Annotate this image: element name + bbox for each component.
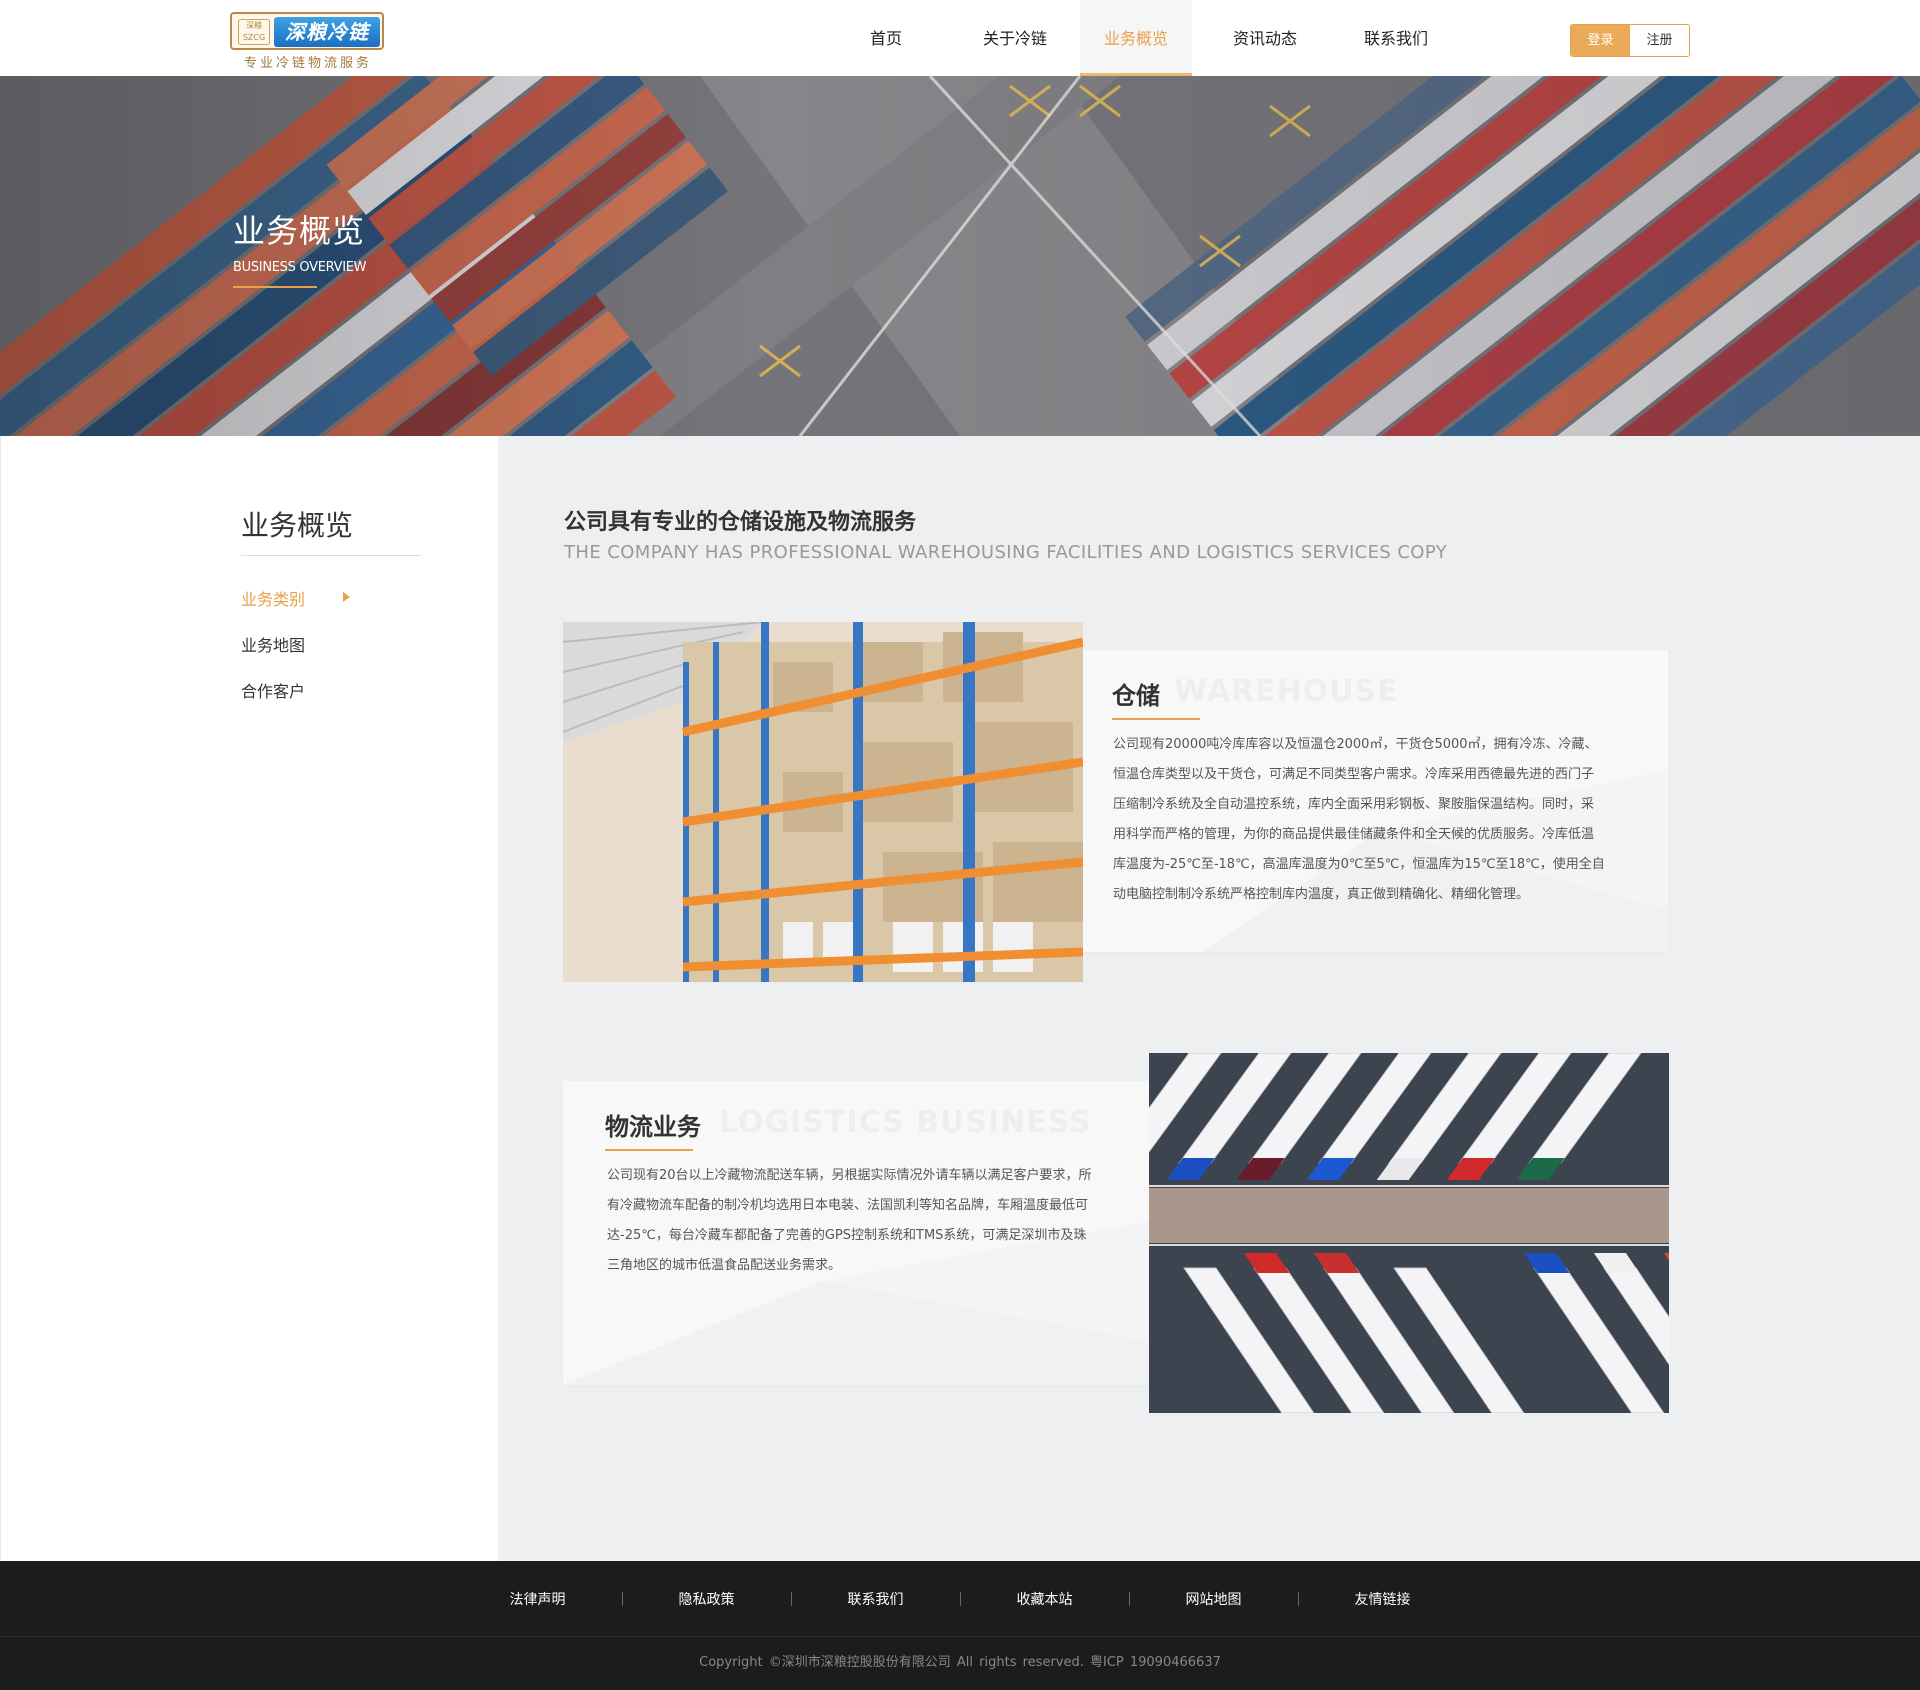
logistics-description: 公司现有20台以上冷藏物流配送车辆，另根据实际情况外请车辆以满足客户要求，所 有… [607,1161,1147,1281]
main-nav: 首页 关于冷链 业务概览 资讯动态 联系我们 [822,0,1454,76]
nav-home[interactable]: 首页 [822,0,950,76]
sidebar-item-business-map[interactable]: 业务地图 [241,632,441,656]
sidebar-item-label: 业务类别 [241,590,306,609]
nav-about-cold-chain[interactable]: 关于冷链 [950,0,1080,76]
warehouse-shelves-image [563,622,1083,982]
sidebar-title: 业务概览 [241,509,354,542]
logistics-heading: 物流业务 [605,1113,701,1141]
logo-tagline: 专业冷链物流服务 [244,56,373,71]
site-footer: 法律声明 隐私政策 联系我们 收藏本站 网站地图 友情链接 Copyright … [0,1561,1920,1690]
banner-title: 业务概览 [233,212,366,250]
text-line: 有冷藏物流车配备的制冷机均选用日本电装、法国凯利等知名品牌，车厢温度最低可 [607,1198,1089,1213]
login-button[interactable]: 登录 [1571,25,1630,56]
text-line: 压缩制冷系统及全自动温控系统，库内全面采用彩钢板、聚胺脂保温结构。同时，采 [1113,797,1595,812]
sidebar-item-label: 业务地图 [241,636,306,655]
container-port-image [0,76,1920,436]
logistics-photo [1149,1053,1669,1413]
logistics-card: 物流业务 LOGISTICS BUSINESS 公司现有20台以上冷藏物流配送车… [563,1081,1149,1385]
nav-contact[interactable]: 联系我们 [1338,0,1454,76]
footer-link-privacy[interactable]: 隐私政策 [623,1589,791,1609]
page-title: 公司具有专业的仓储设施及物流服务 [564,510,917,535]
warehouse-description: 公司现有20000吨冷库库容以及恒温仓2000㎡，干货仓5000㎡，拥有冷冻、冷… [1113,730,1653,910]
warehouse-heading-line [1112,718,1200,720]
footer-link-bookmark[interactable]: 收藏本站 [961,1589,1129,1609]
aerial-trucks-image [1149,1053,1669,1413]
page-subtitle: THE COMPANY HAS PROFESSIONAL WAREHOUSING… [564,542,1448,563]
site-logo[interactable]: 深粮 SZCG 深粮冷链 专业冷链物流服务 [230,12,386,71]
warehouse-photo [563,622,1083,982]
text-line: 三角地区的城市低温食品配送业务需求。 [607,1258,842,1273]
nav-news[interactable]: 资讯动态 [1192,0,1338,76]
footer-link-friends[interactable]: 友情链接 [1299,1589,1467,1609]
logo-name: 深粮冷链 [274,17,380,47]
text-line: 库温度为-25℃至-18℃，高温库温度为0℃至5℃，恒温库为15℃至18℃，使用… [1113,857,1605,872]
warehouse-card: 仓储 WAREHOUSE 公司现有20000吨冷库库容以及恒温仓2000㎡，干货… [1082,650,1668,952]
footer-link-sitemap[interactable]: 网站地图 [1130,1589,1298,1609]
sidebar-item-label: 合作客户 [241,682,306,701]
text-line: 动电脑控制制冷系统严格控制库内温度，真正做到精确化、精细化管理。 [1113,887,1530,902]
logo-seal: 深粮 SZCG [238,19,270,45]
text-line: 恒温仓库类型以及干货仓，可满足不同类型客户需求。冷库采用西德最先进的西门子 [1113,767,1595,782]
caret-right-icon [343,592,350,602]
text-line: 达-25℃，每台冷藏车都配备了完善的GPS控制系统和TMS系统，可满足深圳市及珠 [607,1228,1087,1243]
text-line: 公司现有20台以上冷藏物流配送车辆，另根据实际情况外请车辆以满足客户要求，所 [607,1168,1092,1183]
register-button[interactable]: 注册 [1630,25,1689,56]
main-content: 公司具有专业的仓储设施及物流服务 THE COMPANY HAS PROFESS… [498,436,1920,1561]
sidebar-divider [241,555,421,556]
logo-seal-top: 深粮 [246,21,262,30]
banner-subtitle: BUSINESS OVERVIEW [233,260,367,275]
copyright: Copyright ©深圳市深粮控股股份有限公司 All rights rese… [699,1655,1221,1670]
nav-business-overview[interactable]: 业务概览 [1080,0,1192,76]
logo-seal-bottom: SZCG [242,33,266,42]
warehouse-watermark: WAREHOUSE [1174,674,1399,709]
logo-badge: 深粮 SZCG 深粮冷链 [230,12,384,50]
footer-link-contact[interactable]: 联系我们 [792,1589,960,1609]
sidebar-item-partners[interactable]: 合作客户 [241,678,441,702]
warehouse-heading: 仓储 [1112,682,1160,710]
footer-links: 法律声明 隐私政策 联系我们 收藏本站 网站地图 友情链接 [0,1561,1920,1637]
page-banner: 业务概览 BUSINESS OVERVIEW [0,76,1920,436]
text-line: 用科学而严格的管理，为你的商品提供最佳储藏条件和全天候的优质服务。冷库低温 [1113,827,1595,842]
footer-link-legal[interactable]: 法律声明 [454,1589,622,1609]
sidebar: 业务概览 业务类别 业务地图 合作客户 [0,436,498,1561]
logistics-heading-line [605,1149,693,1151]
sidebar-item-business-category[interactable]: 业务类别 [241,586,441,610]
auth-buttons: 登录 注册 [1570,24,1690,57]
site-header: 深粮 SZCG 深粮冷链 专业冷链物流服务 首页 关于冷链 业务概览 资讯动态 … [0,0,1920,76]
banner-accent-line [233,286,317,288]
logistics-watermark: LOGISTICS BUSINESS [719,1105,1092,1140]
text-line: 公司现有20000吨冷库库容以及恒温仓2000㎡，干货仓5000㎡，拥有冷冻、冷… [1113,737,1598,752]
